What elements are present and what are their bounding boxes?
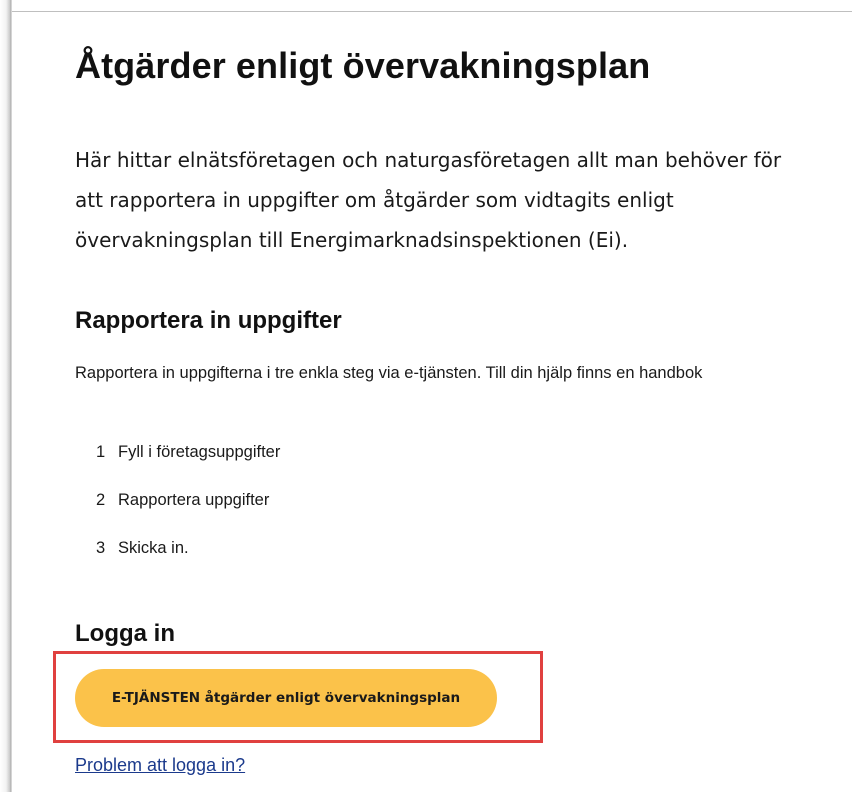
report-section-text: Rapportera in uppgifterna i tre enkla st… (75, 364, 703, 382)
login-problem-link[interactable]: Problem att logga in? (75, 753, 245, 777)
etjanst-login-button[interactable]: E-TJÄNSTEN åtgärder enligt övervakningsp… (75, 669, 497, 727)
window-edge-shadow (0, 0, 14, 792)
step-number: 2 (96, 491, 106, 509)
step-label: Skicka in. (118, 539, 189, 557)
report-section-heading: Rapportera in uppgifter (75, 307, 342, 334)
step-label: Fyll i företagsuppgifter (118, 443, 281, 461)
intro-line: övervakningsplan till Energimarknadsinsp… (75, 228, 629, 252)
page-title: Åtgärder enligt övervakningsplan (75, 45, 651, 86)
login-section-heading: Logga in (75, 620, 175, 647)
top-border-line (12, 11, 852, 12)
steps-list: 1 Fyll i företagsuppgifter 2 Rapportera up… (96, 440, 280, 584)
step-number: 3 (96, 539, 106, 557)
step-item: 1 Fyll i företagsuppgifter (96, 440, 280, 464)
intro-line: Här hittar elnätsföretagen och naturgasf… (75, 148, 782, 172)
step-number: 1 (96, 443, 106, 461)
page-frame: Åtgärder enligt övervakningsplan Här hit… (0, 0, 852, 792)
step-item: 2 Rapportera uppgifter (96, 488, 280, 512)
step-item: 3 Skicka in. (96, 536, 280, 560)
step-label: Rapportera uppgifter (118, 491, 270, 509)
intro-text: Här hittar elnätsföretagen och naturgasf… (75, 140, 852, 260)
intro-line: att rapportera in uppgifter om åtgärder … (75, 188, 674, 212)
